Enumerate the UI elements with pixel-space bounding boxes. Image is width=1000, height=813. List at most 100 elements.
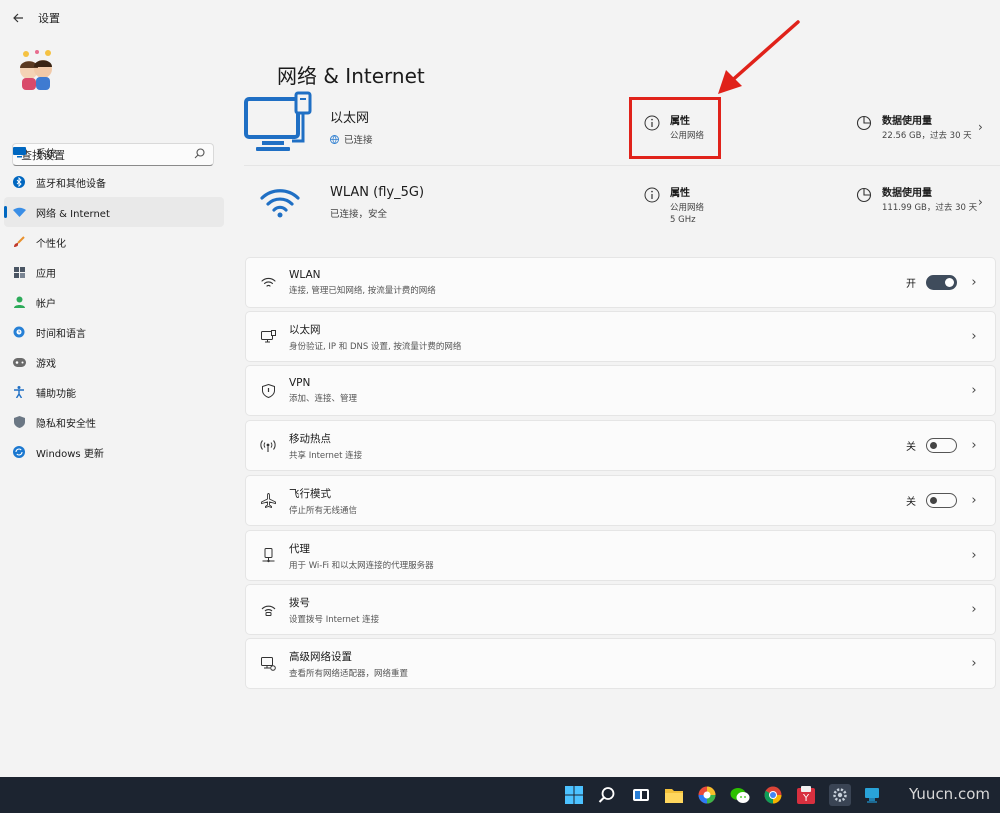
avatar[interactable] xyxy=(14,48,58,92)
toggle-state-label: 关 xyxy=(906,442,916,453)
watermark-text: Yuucn.com xyxy=(908,785,990,803)
sidebar-item-windows-update[interactable]: Windows 更新 xyxy=(4,437,224,467)
sidebar-item-label: 个性化 xyxy=(36,238,66,250)
wlan-toggle[interactable] xyxy=(926,275,957,290)
chevron-right-icon: › xyxy=(978,119,983,134)
ethernet-usage-sub: 22.56 GB，过去 30 天 xyxy=(882,130,972,141)
card-description: 身份验证, IP 和 DNS 设置, 按流量计费的网络 xyxy=(289,341,462,352)
wifi-diamond-icon xyxy=(12,205,26,219)
ethernet-status: 已连接 xyxy=(344,135,373,146)
title-bar: 设置 xyxy=(0,0,1000,36)
gamepad-icon xyxy=(12,355,26,369)
wlan-usage-title: 数据使用量 xyxy=(882,188,932,199)
sidebar-item-label: 辅助功能 xyxy=(36,388,76,400)
sidebar-item-time-language[interactable]: 时间和语言 xyxy=(4,317,224,347)
shield-icon xyxy=(12,415,26,429)
card-title: 飞行模式 xyxy=(289,487,331,500)
network-app-icon[interactable] xyxy=(862,785,882,805)
card-description: 停止所有无线通信 xyxy=(289,505,358,516)
airplane-mode-toggle[interactable] xyxy=(926,493,957,508)
sidebar-item-label: 游戏 xyxy=(36,358,56,370)
card-description: 添加、连接、管理 xyxy=(289,394,358,404)
taskbar: Y Yuucn.com xyxy=(0,777,1000,813)
card-title: 拨号 xyxy=(289,596,310,609)
wechat-icon[interactable] xyxy=(730,785,750,805)
ethernet-icon xyxy=(258,327,278,347)
chrome-icon[interactable] xyxy=(763,785,783,805)
app-title: 设置 xyxy=(38,12,60,25)
sidebar-item-system[interactable]: 系统 xyxy=(4,137,224,167)
advanced-network-settings-card[interactable]: 高级网络设置 查看所有网络适配器，网络重置 › xyxy=(245,638,996,689)
wlan-summary[interactable]: WLAN (fly_5G) 已连接，安全 属性 公用网络 5 GHz 数据使用量… xyxy=(244,168,1000,236)
app-y-icon[interactable]: Y xyxy=(796,785,816,805)
ethernet-summary[interactable]: 以太网 已连接 属性 公用网络 数据使用量 22.56 GB，过去 30 天 › xyxy=(244,88,1000,166)
ethernet-settings-card[interactable]: 以太网 身份验证, IP 和 DNS 设置, 按流量计费的网络 › xyxy=(245,311,996,362)
chevron-right-icon: › xyxy=(978,195,983,209)
info-icon xyxy=(644,187,660,203)
task-view-icon[interactable] xyxy=(631,785,651,805)
sidebar-item-accounts[interactable]: 帐户 xyxy=(4,287,224,317)
chevron-right-icon: › xyxy=(971,383,977,398)
accessibility-icon xyxy=(12,385,26,399)
mobile-hotspot-toggle[interactable] xyxy=(926,438,957,453)
file-explorer-icon[interactable] xyxy=(664,785,684,805)
proxy-icon xyxy=(258,546,278,566)
update-icon xyxy=(12,445,26,459)
mobile-hotspot-card[interactable]: 移动热点 共享 Internet 连接 关 › xyxy=(245,420,996,471)
pie-chart-icon xyxy=(856,187,872,203)
card-title: WLAN xyxy=(289,269,321,281)
chevron-right-icon: › xyxy=(971,656,977,671)
wlan-properties-button[interactable]: 属性 公用网络 5 GHz xyxy=(644,184,704,226)
wlan-name: WLAN (fly_5G) xyxy=(330,184,425,200)
bluetooth-icon xyxy=(12,175,26,189)
browser-colorful-icon[interactable] xyxy=(697,785,717,805)
sidebar-item-network[interactable]: 网络 & Internet xyxy=(4,197,224,227)
sidebar-item-label: 帐户 xyxy=(36,298,56,310)
sidebar-item-accessibility[interactable]: 辅助功能 xyxy=(4,377,224,407)
sidebar-item-apps[interactable]: 应用 xyxy=(4,257,224,287)
wifi-large-icon xyxy=(244,177,316,227)
chevron-right-icon: › xyxy=(971,602,977,617)
wlan-data-usage-button[interactable]: 数据使用量 111.99 GB，过去 30 天 xyxy=(856,184,977,214)
dialup-settings-card[interactable]: 拨号 设置拨号 Internet 连接 › xyxy=(245,584,996,635)
ethernet-data-usage-button[interactable]: 数据使用量 22.56 GB，过去 30 天 xyxy=(856,112,972,142)
wlan-properties-network: 公用网络 xyxy=(670,203,705,213)
back-button[interactable] xyxy=(0,0,36,36)
wifi-icon xyxy=(258,273,278,293)
advanced-network-icon xyxy=(258,654,278,674)
airplane-mode-card[interactable]: 飞行模式 停止所有无线通信 关 › xyxy=(245,475,996,526)
hotspot-icon xyxy=(258,436,278,456)
pie-chart-icon xyxy=(856,115,872,131)
ethernet-usage-title: 数据使用量 xyxy=(882,115,932,127)
vpn-settings-card[interactable]: VPN 添加、连接、管理 › xyxy=(245,365,996,416)
brush-icon xyxy=(12,235,26,249)
arrow-left-icon xyxy=(12,13,23,23)
sidebar-nav: 系统 蓝牙和其他设备 网络 & Internet 个性化 应用 帐户 时间和语言… xyxy=(4,137,224,467)
windows-start-icon[interactable] xyxy=(564,785,584,805)
toggle-state-label: 关 xyxy=(906,497,916,508)
svg-text:Y: Y xyxy=(802,793,810,804)
airplane-icon xyxy=(258,491,278,511)
card-description: 查看所有网络适配器，网络重置 xyxy=(289,668,409,679)
wlan-settings-card[interactable]: WLAN 连接, 管理已知网络, 按流量计费的网络 开 › xyxy=(245,257,996,308)
apps-icon xyxy=(12,265,26,279)
sidebar-item-label: 应用 xyxy=(36,268,56,280)
monitor-icon xyxy=(12,145,26,159)
sidebar-item-personalization[interactable]: 个性化 xyxy=(4,227,224,257)
wlan-usage-sub: 111.99 GB，过去 30 天 xyxy=(882,203,978,213)
card-description: 设置拨号 Internet 连接 xyxy=(289,614,380,625)
sidebar-item-privacy[interactable]: 隐私和安全性 xyxy=(4,407,224,437)
proxy-settings-card[interactable]: 代理 用于 Wi-Fi 和以太网连接的代理服务器 › xyxy=(245,530,996,581)
sidebar-item-label: 时间和语言 xyxy=(36,328,86,340)
vpn-shield-icon xyxy=(258,381,278,401)
chevron-right-icon: › xyxy=(971,548,977,563)
search-icon[interactable] xyxy=(597,785,617,805)
person-icon xyxy=(12,295,26,309)
sidebar-item-gaming[interactable]: 游戏 xyxy=(4,347,224,377)
globe-icon xyxy=(330,134,339,144)
chevron-right-icon: › xyxy=(971,329,977,344)
chevron-right-icon: › xyxy=(971,438,977,453)
card-description: 用于 Wi-Fi 和以太网连接的代理服务器 xyxy=(289,560,434,571)
sidebar-item-bluetooth[interactable]: 蓝牙和其他设备 xyxy=(4,167,224,197)
settings-gear-icon[interactable] xyxy=(829,784,851,806)
